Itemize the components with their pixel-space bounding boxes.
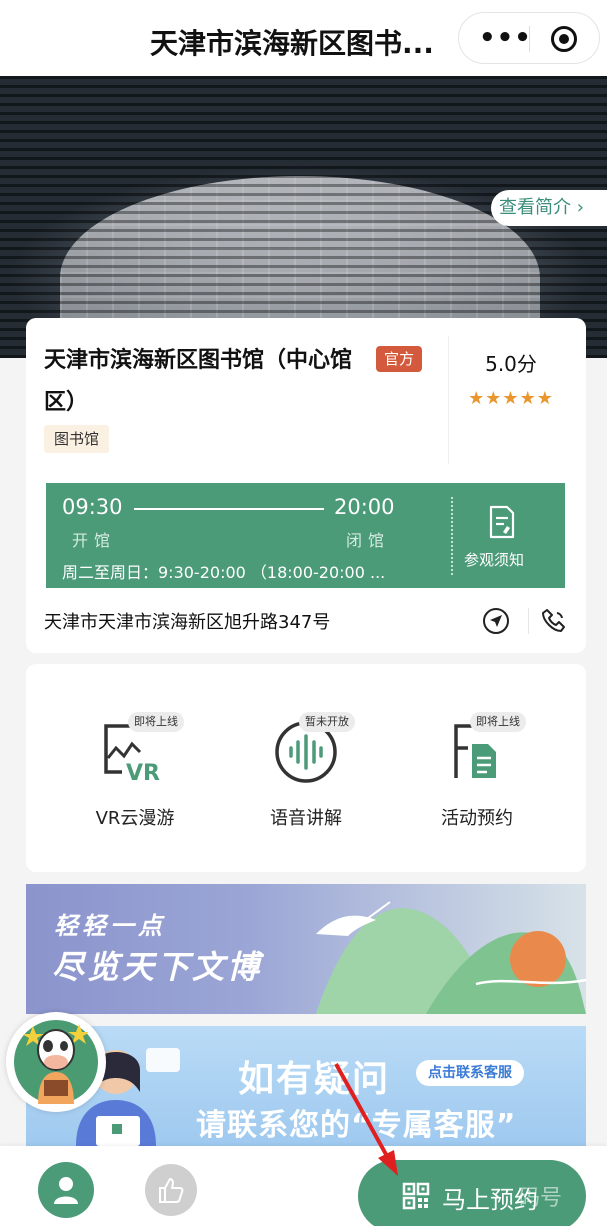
hours-detail: 周二至周日：9:30-20:00 （18:00-20:00 ... [62,563,386,582]
banner-line-1: 如有疑问 [238,1059,391,1100]
library-name: 天津市滨海新区图书馆（中心馆区） [44,348,353,415]
qr-code-icon [402,1182,430,1210]
feature-badge: 暂未开放 [299,712,355,732]
like-tab[interactable] [145,1164,197,1216]
watermark-text: 码号 [518,1186,563,1211]
hero-image: 查看简介 › [0,76,607,358]
mascot-avatar[interactable] [6,1012,106,1112]
target-icon[interactable] [551,26,577,52]
official-badge: 官方 [376,346,423,372]
thumbs-up-icon [159,1178,184,1203]
banner-line-2: 尽览天下文博 [52,948,263,986]
feature-label: 活动预约 [441,808,513,829]
page-title: 天津市滨海新区图书... [150,27,434,60]
navigation-icon[interactable] [482,607,510,635]
view-intro-button[interactable]: 查看简介 › [491,190,607,226]
promo-banner-culture[interactable]: 轻轻一点 尽览天下文博 [26,884,586,1014]
category-tag: 图书馆 [44,425,110,453]
close-time: 20:00 [334,495,395,519]
feature-event-booking[interactable]: 即将上线 活动预约 [392,704,562,864]
feature-vr-tour[interactable]: VR 即将上线 VR云漫游 [50,704,220,864]
feature-badge: 即将上线 [128,712,184,732]
features-card: VR 即将上线 VR云漫游 暂未开放 语音讲解 即将上线 活动预约 [26,664,586,872]
rating-score: 5.0分 [485,352,537,376]
rating-stars: ★★★★★ [468,388,554,409]
close-label: 闭馆 [346,531,391,550]
visit-notice-button[interactable]: 参观须知 [464,549,524,570]
rating-divider [448,336,449,464]
banner-line-2: 请联系您的“专属客服” [196,1108,517,1143]
promo-banner-support[interactable]: 如有疑问 点击联系客服 请联系您的“专属客服” [26,1026,586,1146]
hours-divider [451,497,453,575]
feature-audio-guide[interactable]: 暂未开放 语音讲解 [221,704,391,864]
menu-capsule: ••• [458,12,600,64]
contact-service-pill[interactable]: 点击联系客服 [416,1060,524,1086]
personal-center-tab[interactable] [38,1162,94,1218]
address-divider [528,608,529,634]
open-time: 09:30 [62,495,123,519]
user-icon [54,1177,78,1204]
opening-hours-panel: 09:30 20:00 开馆 闭馆 周二至周日：9:30-20:00 （18:0… [46,483,565,588]
more-dots-icon[interactable]: ••• [479,23,532,53]
navigation-bar: 天津市滨海新区图书... ••• [0,0,607,76]
time-range-line [134,508,324,510]
feature-badge: 即将上线 [470,712,526,732]
capsule-divider [529,26,530,52]
open-label: 开馆 [72,531,117,550]
address-text: 天津市天津市滨海新区旭升路347号 [44,612,331,633]
banner-line-1: 轻轻一点 [54,912,166,940]
feature-label: 语音讲解 [270,808,342,829]
banner-mountain-illustration [316,901,586,1014]
library-info-card: 天津市滨海新区图书馆（中心馆区） 官方 图书馆 5.0分 ★★★★★ 09:30… [26,318,586,653]
svg-text:VR: VR [126,761,160,784]
feature-label: VR云漫游 [95,808,175,829]
phone-icon[interactable] [540,607,568,635]
notice-document-icon[interactable] [488,505,516,539]
bottom-action-bar: 马上预约 [0,1146,607,1226]
cow-mascot-icon [24,1024,88,1104]
